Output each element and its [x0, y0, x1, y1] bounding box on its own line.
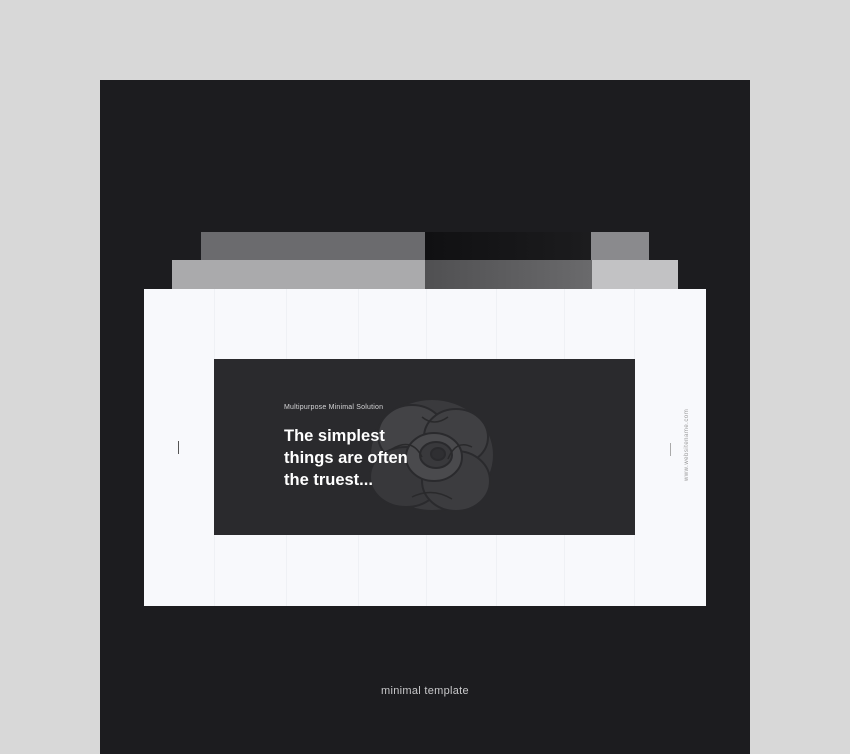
- side-website-url: www.websitename.com: [684, 408, 690, 481]
- front-slide: www.websitename.com Multipurpose Minimal…: [144, 289, 706, 606]
- slide-right-marker: [670, 443, 671, 456]
- hero-panel: Multipurpose Minimal Solution The simple…: [214, 359, 635, 535]
- eyebrow-text: Multipurpose Minimal Solution: [284, 404, 384, 411]
- template-cover: www.websitename.com Multipurpose Minimal…: [100, 80, 750, 754]
- stacked-slide-middle: [172, 260, 678, 290]
- slide-left-marker: [178, 441, 179, 454]
- template-caption: minimal template: [381, 685, 469, 697]
- headline: The simplest things are often the truest…: [284, 427, 408, 489]
